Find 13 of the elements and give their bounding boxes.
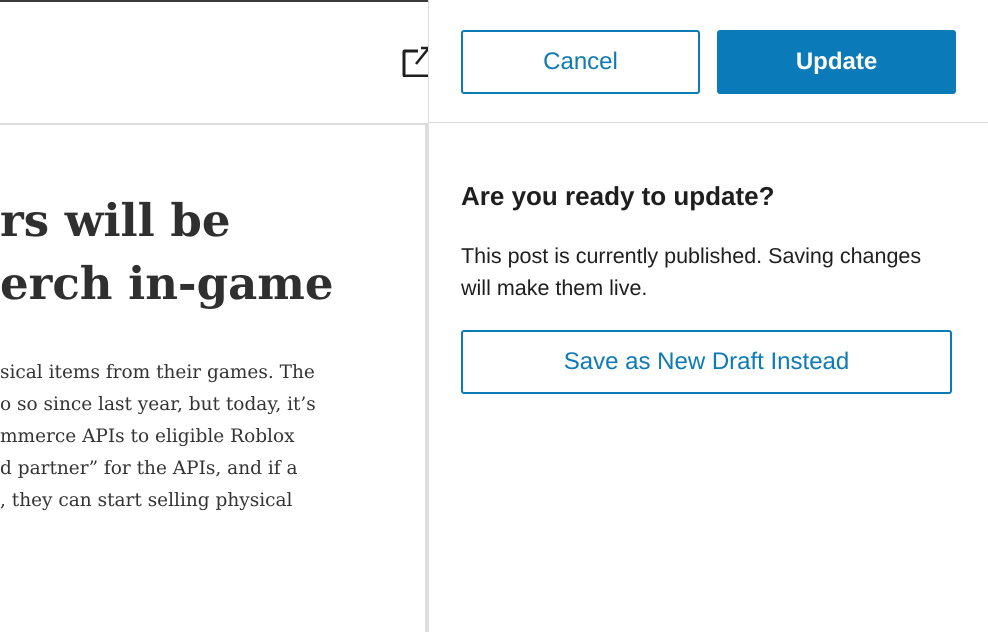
cancel-button[interactable]: Cancel [461,30,700,94]
external-link-icon[interactable] [402,45,428,77]
post-text-line: , they can start selling physical [0,489,294,513]
save-draft-button[interactable]: Save as New Draft Instead [461,330,952,394]
post-text-line: sical items from their games. The [0,361,316,385]
post-heading-line: erch in-game [0,256,334,312]
post-heading-line: rs will be [0,193,232,249]
update-button[interactable]: Update [717,30,956,94]
post-text-line: mmerce APIs to eligible Roblox [0,425,296,449]
post-text-line: d partner” for the APIs, and if a [0,457,299,481]
panel-description: This post is currently published. Saving changes will make them live. [461,243,922,302]
panel-title: Are you ready to update? [461,180,776,213]
post-text-line: o so since last year, but today, it’s [0,393,317,417]
